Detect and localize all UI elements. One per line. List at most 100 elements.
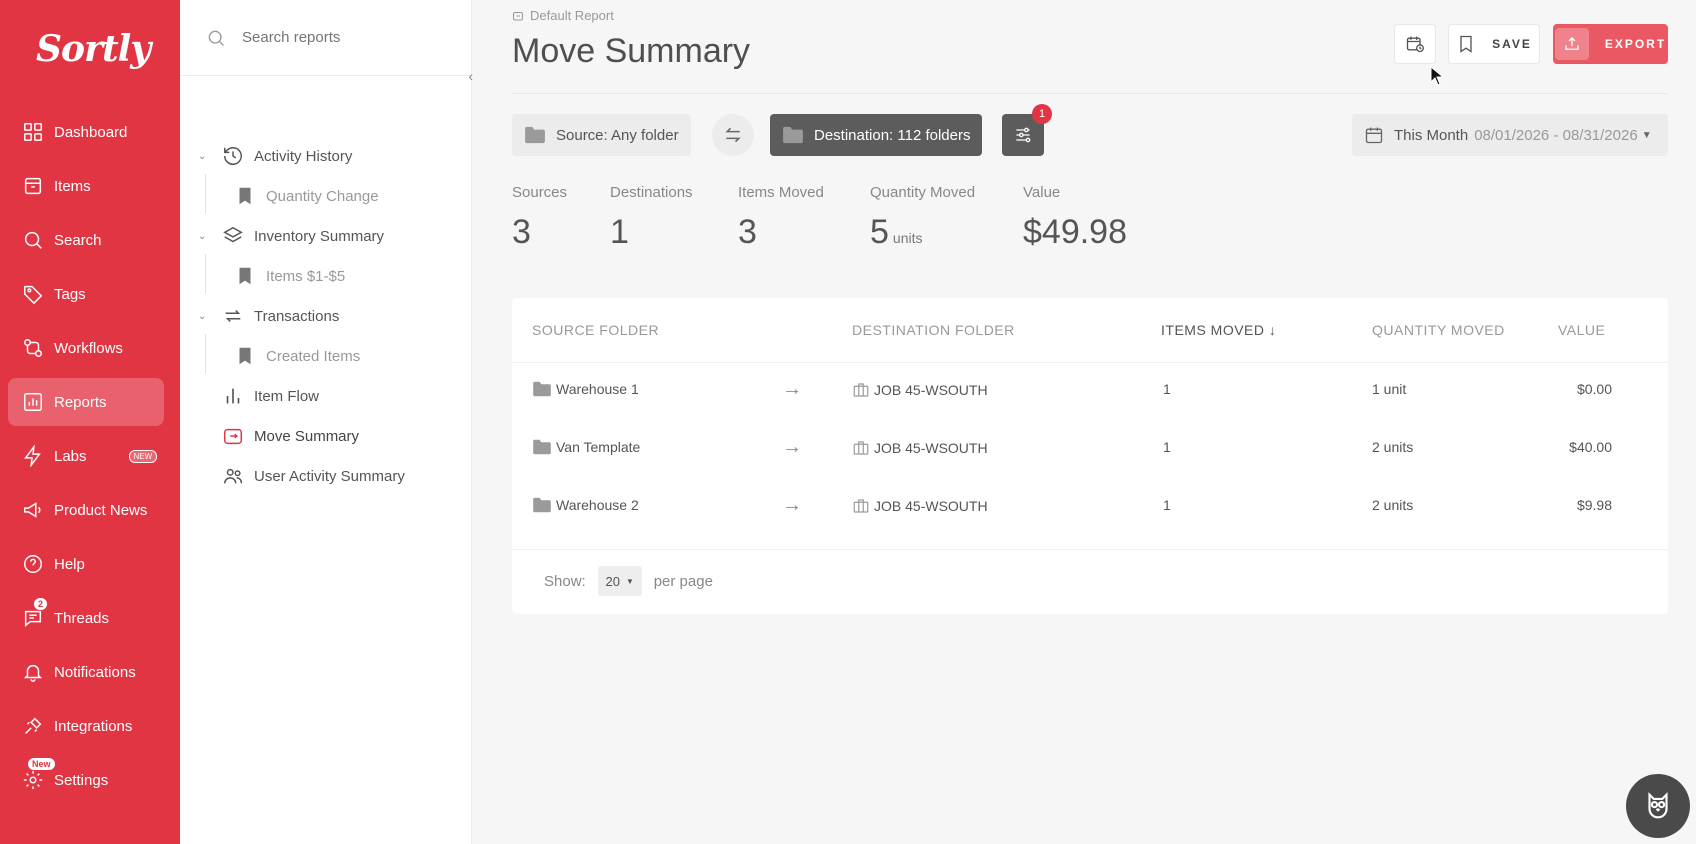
stat-value: $49.98 [1023,213,1127,251]
table-row-source[interactable]: Warehouse 1 [532,381,639,397]
export-button[interactable]: EXPORT [1553,24,1668,64]
report-main: Default Report Move Summary SAVE EXPORT … [472,0,1696,844]
col-source-folder[interactable]: SOURCE FOLDER [532,322,659,338]
stat-label: Quantity Moved [870,184,976,201]
table-row-source[interactable]: Warehouse 2 [532,497,639,513]
tree-item-transactions[interactable]: Transactions [222,296,339,336]
page-size-select[interactable]: 20 ▼ [597,566,642,596]
stat-value: 1 [610,213,629,251]
stat-value-total: Value $49.98 [1023,184,1127,252]
source-folder-name: Van Template [556,439,641,455]
arrow-right-icon: → [782,436,802,458]
nav-tags[interactable]: Tags [8,270,164,318]
schedule-button[interactable] [1394,24,1436,64]
main-sidebar: Sortly Dashboard Items Search Tags Workf… [0,0,180,844]
folder-icon [783,126,803,144]
tree-item-activity-history[interactable]: Activity History [222,136,352,176]
nav-reports[interactable]: Reports [8,378,164,426]
nav-workflows[interactable]: Workflows [8,324,164,372]
col-items-moved[interactable]: ITEMS MOVED ↓ [1161,322,1276,338]
nav-items[interactable]: Items [8,162,164,210]
tree-connector [205,254,206,294]
bell-icon [23,664,43,682]
nav-label: Tags [54,285,86,303]
quantity-moved-cell: 2 units [1372,497,1414,513]
tree-item-quantity-change[interactable]: Quantity Change [234,176,379,216]
tree-item-item-flow[interactable]: Item Flow [222,376,319,416]
history-icon [224,147,242,165]
table-row-source[interactable]: Van Template [532,439,640,455]
nav-product-news[interactable]: Product News [8,486,164,534]
items-moved-cell: 1 [1163,439,1171,455]
stat-label: Value [1023,184,1061,201]
transactions-icon [225,309,241,323]
nav-label: Threads [54,609,110,627]
col-destination-folder[interactable]: DESTINATION FOLDER [852,322,1015,338]
pagination-control: Show: 20 ▼ per page [544,566,713,596]
threads-icon [24,610,42,627]
advanced-filters-button[interactable]: 1 [1002,104,1052,156]
footer-divider [512,549,1668,550]
briefcase-icon [853,383,869,397]
megaphone-icon [24,502,41,518]
nav-label: Dashboard [54,123,128,141]
tree-item-items-1-5[interactable]: Items $1-$5 [234,256,345,296]
page-size-value: 20 [605,573,620,589]
folder-icon [533,381,551,397]
swap-direction-button[interactable] [712,114,754,156]
nav-search[interactable]: Search [8,216,164,264]
help-chat-button[interactable] [1626,774,1690,838]
table-row-destination[interactable]: JOB 45-WSOUTH [852,497,988,515]
folder-icon [533,439,551,455]
stat-value: 5 [870,213,889,251]
stat-sources: Sources 3 [512,184,567,252]
nav-label: Help [54,555,85,573]
arrow-right-icon: → [782,494,802,516]
sortly-logo[interactable]: Sortly [36,28,151,70]
breadcrumb[interactable]: Default Report [512,8,614,23]
bookmark-icon [239,347,251,365]
source-filter[interactable]: Source: Any folder [512,114,691,156]
source-filter-label: Source: Any folder [556,126,679,144]
tree-item-move-summary[interactable]: Move Summary [222,416,359,456]
nav-label: Reports [54,393,107,411]
destination-filter[interactable]: Destination: 112 folders [770,114,983,156]
export-icon-box [1554,28,1589,60]
caret-down-icon: ▼ [1641,129,1652,141]
stat-label: Sources [512,184,568,201]
nav-labs[interactable]: Labs NEW [8,432,164,480]
stat-label: Destinations [610,184,693,201]
col-quantity-moved[interactable]: QUANTITY MOVED [1372,322,1505,338]
tree-item-inventory-summary[interactable]: Inventory Summary [222,216,384,256]
table-row-destination[interactable]: JOB 45-WSOUTH [852,439,988,457]
nav-notifications[interactable]: Notifications [8,648,164,696]
quantity-moved-cell: 1 unit [1372,381,1407,397]
save-label: SAVE [1492,37,1532,51]
chevron-down-icon[interactable]: ⌄ [198,311,206,322]
nav-dashboard[interactable]: Dashboard [8,108,164,156]
show-label: Show: [544,572,586,590]
col-value[interactable]: VALUE [1558,322,1605,338]
report-search-input[interactable] [242,29,442,46]
stat-quantity-moved: Quantity Moved 5 units [870,184,975,252]
nav-settings[interactable]: New Settings [8,756,164,804]
date-range-picker[interactable]: This Month 08/01/2026 - 08/31/2026 ▼ [1352,114,1668,156]
calendar-clock-icon [1406,36,1424,53]
chevron-down-icon[interactable]: ⌄ [198,151,206,162]
tree-item-created-items[interactable]: Created Items [234,336,360,376]
quantity-moved-cell: 2 units [1372,439,1414,455]
save-button[interactable]: SAVE [1448,24,1540,64]
tag-icon [24,285,43,305]
table-row-destination[interactable]: JOB 45-WSOUTH [852,381,988,399]
page-title: Move Summary [512,32,751,70]
nav-help[interactable]: Help [8,540,164,588]
nav-threads[interactable]: 2 Threads [8,594,164,642]
nav-integrations[interactable]: Integrations [8,702,164,750]
briefcase-icon [853,441,869,455]
col-items-moved-label: ITEMS MOVED [1161,322,1265,338]
nav-label: Labs [54,447,87,465]
chevron-down-icon[interactable]: ⌄ [198,231,206,242]
tree-item-user-activity-summary[interactable]: User Activity Summary [222,456,405,496]
sort-arrow-down-icon: ↓ [1268,322,1277,338]
tree-label: User Activity Summary [254,467,405,485]
